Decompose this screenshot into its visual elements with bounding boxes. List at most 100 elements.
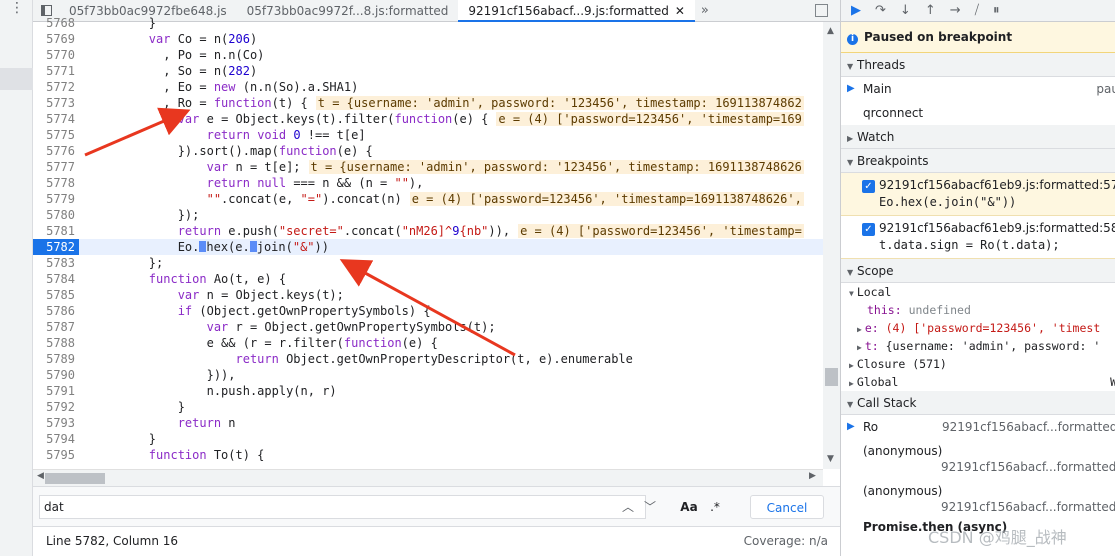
code-line[interactable]: 5790 })), — [33, 367, 823, 383]
pause-on-exceptions-icon[interactable]: ⏸ — [993, 3, 1000, 18]
code-line[interactable]: 5770 , Po = n.n(Co) — [33, 47, 823, 63]
scroll-thumb[interactable] — [825, 368, 838, 386]
horizontal-scrollbar[interactable]: ◀ ▶ — [33, 469, 823, 486]
step-out-icon[interactable]: ↑ — [925, 3, 936, 18]
navigator-selected-row[interactable] — [0, 68, 33, 90]
code-line[interactable]: 5774 var e = Object.keys(t).filter(funct… — [33, 111, 823, 127]
line-number[interactable]: 5781 — [33, 223, 79, 239]
line-number[interactable]: 5792 — [33, 399, 79, 415]
breakpoint-item[interactable]: ✓ 92191cf156abacf61eb9.js:formatted:585 … — [841, 216, 1115, 259]
code-line[interactable]: 5793 return n — [33, 415, 823, 431]
line-number[interactable]: 5779 — [33, 191, 79, 207]
scope-var-e[interactable]: ▶ e: (4) ['password=123456', 'timest — [841, 319, 1115, 337]
code-line[interactable]: 5788 e && (r = r.filter(function(e) { — [33, 335, 823, 351]
code-line[interactable]: 5791 n.push.apply(n, r) — [33, 383, 823, 399]
line-number[interactable]: 5783 — [33, 255, 79, 271]
scope-var-this[interactable]: this: undefined — [841, 301, 1115, 319]
resume-icon[interactable]: ▶︎ — [851, 3, 861, 18]
hscroll-thumb[interactable] — [45, 473, 105, 484]
callstack-frame[interactable]: (anonymous) 92191cf156abacf...formatted:5 — [841, 439, 1115, 479]
line-number[interactable]: 5787 — [33, 319, 79, 335]
code-line[interactable]: 5792 } — [33, 399, 823, 415]
code-line[interactable]: 5778 return null === n && (n = ""), — [33, 175, 823, 191]
line-number[interactable]: 5772 — [33, 79, 79, 95]
code-line[interactable]: 5783 }; — [33, 255, 823, 271]
line-number[interactable]: 5776 — [33, 143, 79, 159]
breakpoints-header[interactable]: ▼ Breakpoints — [841, 149, 1115, 173]
next-match-icon[interactable]: ﹀ — [641, 495, 659, 519]
code-line[interactable]: 5776 }).sort().map(function(e) { — [33, 143, 823, 159]
line-number[interactable]: 5786 — [33, 303, 79, 319]
scroll-up-icon[interactable]: ▲ — [827, 26, 834, 36]
line-number[interactable]: 5773 — [33, 95, 79, 111]
deactivate-breakpoints-icon[interactable]: ⧸ — [975, 3, 979, 18]
code-line[interactable]: 5784 function Ao(t, e) { — [33, 271, 823, 287]
line-number[interactable]: 5778 — [33, 175, 79, 191]
scope-global[interactable]: ▶Global W — [841, 373, 1115, 391]
code-line[interactable]: 5787 var r = Object.getOwnPropertySymbol… — [33, 319, 823, 335]
line-number[interactable]: 5769 — [33, 31, 79, 47]
code-line[interactable]: 5779 "".concat(e, "=").concat(n) e = (4) … — [33, 191, 823, 207]
line-number[interactable]: 5793 — [33, 415, 79, 431]
scope-closure[interactable]: ▶ Closure (571) — [841, 355, 1115, 373]
previous-match-icon[interactable]: ︿ — [619, 495, 637, 519]
code-line[interactable]: 5780 }); — [33, 207, 823, 223]
line-number[interactable]: 5768 — [33, 15, 79, 31]
watch-header[interactable]: ▶ Watch — [841, 125, 1115, 149]
line-number[interactable]: 5784 — [33, 271, 79, 287]
code-line[interactable]: 5775 return void 0 !== t[e] — [33, 127, 823, 143]
step-icon[interactable]: → — [950, 3, 961, 18]
line-number[interactable]: 5771 — [33, 63, 79, 79]
code-line[interactable]: 5773 , Ro = function(t) {t = {username: … — [33, 95, 823, 111]
line-number[interactable]: 5770 — [33, 47, 79, 63]
search-input[interactable] — [39, 495, 646, 519]
code-line[interactable]: 5771 , So = n(282) — [33, 63, 823, 79]
line-number[interactable]: 5789 — [33, 351, 79, 367]
breakpoint-checkbox[interactable]: ✓ — [862, 223, 875, 236]
scroll-left-icon[interactable]: ◀ — [37, 471, 44, 481]
code-line[interactable]: 5782 Eo. hex(e. join("&")) — [33, 239, 823, 255]
thread-qrconnect[interactable]: qrconnect — [841, 101, 1115, 125]
callstack-frame[interactable]: (anonymous) 92191cf156abacf...formatted:5 — [841, 479, 1115, 519]
step-over-icon[interactable]: ↷ — [875, 3, 886, 18]
cancel-button[interactable]: Cancel — [750, 495, 824, 519]
line-number[interactable]: 5790 — [33, 367, 79, 383]
line-number[interactable]: 5777 — [33, 159, 79, 175]
step-into-icon[interactable]: ↓ — [900, 3, 911, 18]
scope-local[interactable]: ▼ Local — [841, 283, 1115, 301]
code-line[interactable]: 5769 var Co = n(206) — [33, 31, 823, 47]
code-editor[interactable]: 5768 } 5769 var Co = n(206) 5770 , Po = n.… — [33, 15, 823, 462]
code-line[interactable]: 5795 function To(t) { — [33, 447, 823, 462]
line-number[interactable]: 5775 — [33, 127, 79, 143]
scope-header[interactable]: ▼ Scope — [841, 259, 1115, 283]
regex-button[interactable]: .* — [705, 495, 725, 519]
callstack-header[interactable]: ▼ Call Stack — [841, 391, 1115, 415]
thread-main[interactable]: ▶ Main pau — [841, 77, 1115, 101]
line-number[interactable]: 5791 — [33, 383, 79, 399]
code-line[interactable]: 5789 return Object.getOwnPropertyDescrip… — [33, 351, 823, 367]
scroll-down-icon[interactable]: ▼ — [827, 454, 834, 464]
breakpoint-item[interactable]: ✓ 92191cf156abacf61eb9.js:formatted:5782… — [841, 173, 1115, 216]
code-line[interactable]: 5772 , Eo = new (n.n(So).a.SHA1) — [33, 79, 823, 95]
line-number[interactable]: 5782 — [33, 239, 79, 255]
line-number[interactable]: 5795 — [33, 447, 79, 462]
code-line[interactable]: 5768 } — [33, 15, 823, 31]
vertical-scrollbar[interactable]: ▲ ▼ — [823, 22, 840, 469]
callstack-frame[interactable]: ▶ Ro 92191cf156abacf...formatted:5 — [841, 415, 1115, 439]
code-line[interactable]: 5781 return e.push("secret=".concat("nM2… — [33, 223, 823, 239]
line-number[interactable]: 5785 — [33, 287, 79, 303]
code-line[interactable]: 5794 } — [33, 431, 823, 447]
threads-header[interactable]: ▼ Threads — [841, 53, 1115, 77]
code-line[interactable]: 5785 var n = Object.keys(t); — [33, 287, 823, 303]
code-line[interactable]: 5786 if (Object.getOwnPropertySymbols) { — [33, 303, 823, 319]
line-number[interactable]: 5780 — [33, 207, 79, 223]
code-line[interactable]: 5777 var n = t[e]; t = {username: 'admin'… — [33, 159, 823, 175]
scroll-right-icon[interactable]: ▶ — [809, 471, 816, 481]
more-options-icon[interactable]: ⋮ — [10, 0, 24, 16]
line-number[interactable]: 5794 — [33, 431, 79, 447]
scope-var-t[interactable]: ▶ t: {username: 'admin', password: ' — [841, 337, 1115, 355]
match-case-button[interactable]: Aa — [677, 495, 701, 519]
line-number[interactable]: 5774 — [33, 111, 79, 127]
line-number[interactable]: 5788 — [33, 335, 79, 351]
breakpoint-checkbox[interactable]: ✓ — [862, 180, 875, 193]
